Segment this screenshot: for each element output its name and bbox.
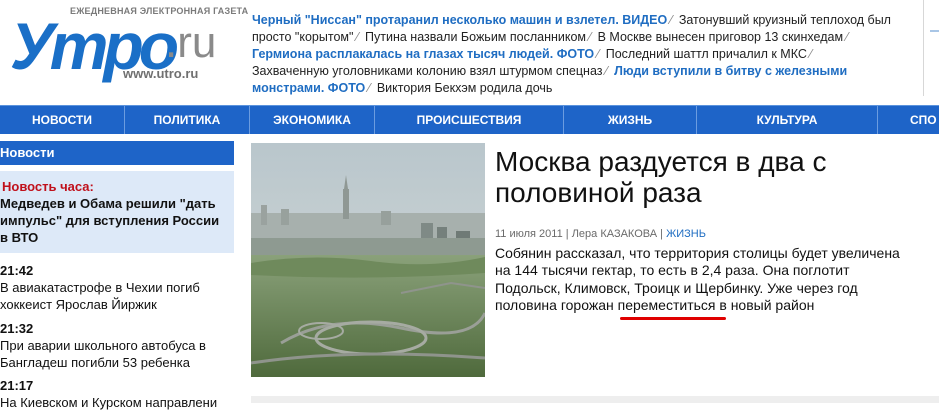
feed-time: 21:42 <box>0 263 34 278</box>
header-divider <box>923 0 924 96</box>
ticker-headline[interactable]: В Москве вынесен приговор 13 скинхедам <box>598 30 843 44</box>
article-title[interactable]: Москва раздуется в два с половиной раза <box>495 146 915 208</box>
article-author: Лера КАЗАКОВА <box>571 228 658 240</box>
nav-item-sport[interactable]: СПО <box>878 106 939 134</box>
news-of-hour-headline[interactable]: Медведев и Обама решили "дать импульс" д… <box>0 195 228 246</box>
ticker-separator: ⁄ <box>597 47 600 61</box>
site-logo[interactable]: ЕЖЕДНЕВНАЯ ЭЛЕКТРОННАЯ ГАЗЕТА Утро .ru w… <box>10 4 248 96</box>
feed-headline[interactable]: При аварии школьного автобуса в Бангладе… <box>0 338 206 370</box>
article-photo[interactable] <box>251 143 485 377</box>
headline-ticker: Черный "Ниссан" протаранил несколько маш… <box>252 12 892 97</box>
article-category-link[interactable]: ЖИЗНЬ <box>666 228 706 240</box>
nav-item-life[interactable]: ЖИЗНЬ <box>564 106 696 134</box>
ticker-headline[interactable]: Черный "Ниссан" протаранил несколько маш… <box>252 13 667 27</box>
feed-time: 21:32 <box>0 321 34 336</box>
article-lead-text-end: в новый район <box>715 297 815 314</box>
ticker-headline[interactable]: Гермиона расплакалась на глазах тысяч лю… <box>252 47 594 61</box>
nav-item-news[interactable]: НОВОСТИ <box>0 106 124 134</box>
nav-item-culture[interactable]: КУЛЬТУРА <box>697 106 877 134</box>
ticker-separator: ⁄ <box>605 64 608 78</box>
nav-item-incidents[interactable]: ПРОИСШЕСТВИЯ <box>375 106 563 134</box>
ticker-separator: ⁄ <box>589 30 592 44</box>
nav-item-economy[interactable]: ЭКОНОМИКА <box>250 106 374 134</box>
logo-tld: .ru <box>165 18 217 67</box>
article-meta: 11 июля 2011 | Лера КАЗАКОВА | ЖИЗНЬ <box>495 228 706 240</box>
sidebar-title[interactable]: Новости <box>0 141 234 165</box>
feed-item[interactable]: 21:17 На Киевском и Курском направлени <box>0 377 230 411</box>
ticker-headline[interactable]: Захваченную уголовниками колонию взял шт… <box>252 64 602 78</box>
article-lead-highlight: переместиться <box>617 297 716 314</box>
ticker-separator: ⁄ <box>368 81 371 95</box>
ticker-separator: ⁄ <box>356 30 359 44</box>
feed-headline[interactable]: В авиакатастрофе в Чехии погиб хоккеист … <box>0 280 200 312</box>
ticker-headline[interactable]: Путина назвали Божьим посланником <box>365 30 586 44</box>
red-underline-annotation <box>620 317 726 320</box>
ticker-separator: ⁄ <box>670 13 673 27</box>
feed-item[interactable]: 21:32 При аварии школьного автобуса в Ба… <box>0 320 230 371</box>
news-of-hour[interactable]: Новость часа: Медведев и Обама решили "д… <box>0 171 234 253</box>
logo-url: www.utro.ru <box>123 66 199 81</box>
feed-time: 21:17 <box>0 378 34 393</box>
news-of-hour-label: Новость часа: <box>2 179 94 194</box>
ticker-separator: ⁄ <box>846 30 849 44</box>
moscow-skyline-image <box>251 143 485 377</box>
article-lead: Собянин рассказал, что территория столиц… <box>495 245 905 315</box>
ticker-headline[interactable]: Виктория Бекхэм родила дочь <box>377 81 553 95</box>
ticker-headline[interactable]: Последний шаттл причалил к МКС <box>606 47 807 61</box>
next-block-strip <box>251 396 939 403</box>
main-nav: НОВОСТИ ПОЛИТИКА ЭКОНОМИКА ПРОИСШЕСТВИЯ … <box>0 105 939 134</box>
ticker-separator: ⁄ <box>809 47 812 61</box>
feed-item[interactable]: 21:42 В авиакатастрофе в Чехии погиб хок… <box>0 262 230 313</box>
nav-item-politics[interactable]: ПОЛИТИКА <box>125 106 249 134</box>
header-corner-mark <box>930 30 939 42</box>
article-date: 11 июля 2011 <box>495 228 563 240</box>
